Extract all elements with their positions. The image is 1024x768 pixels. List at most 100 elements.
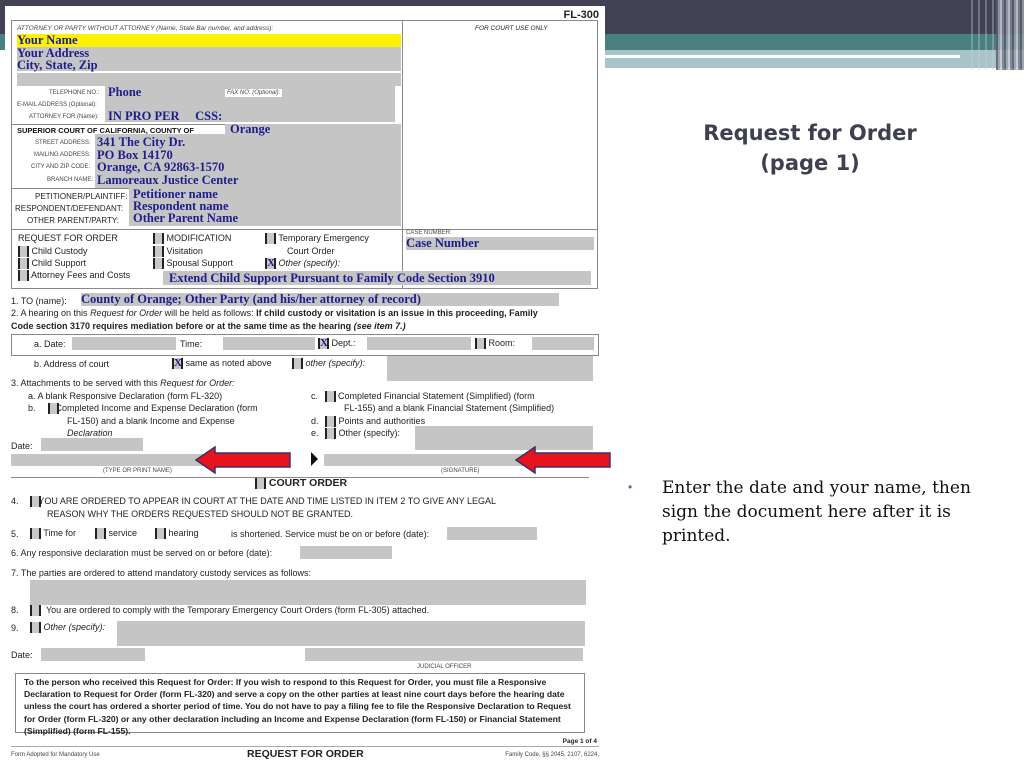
checkbox[interactable]: [475, 338, 486, 350]
hearing-time-field[interactable]: [223, 337, 315, 350]
dept-label: Dept.:: [331, 338, 356, 348]
label: hearing: [168, 528, 199, 538]
checkbox[interactable]: [255, 477, 266, 489]
item5-hearing-option[interactable]: hearing: [155, 528, 199, 540]
checkbox[interactable]: X: [318, 338, 329, 350]
same-address-option[interactable]: X same as noted above: [172, 358, 272, 370]
checkbox[interactable]: [18, 258, 29, 270]
checkbox-3b[interactable]: [48, 403, 59, 414]
checkbox[interactable]: X: [172, 358, 183, 370]
divider: [11, 746, 599, 747]
county-value[interactable]: Orange: [230, 122, 270, 137]
rfo-option-visitation[interactable]: Visitation: [153, 246, 203, 258]
checkbox[interactable]: [30, 528, 41, 540]
checkbox[interactable]: [30, 622, 41, 634]
item5-time-option[interactable]: Time for: [30, 528, 76, 540]
checkbox[interactable]: [18, 246, 29, 258]
room-option[interactable]: Room:: [475, 338, 515, 350]
court-use-box: [401, 20, 598, 230]
address-field[interactable]: Your Address City, State, Zip: [17, 47, 401, 71]
slide-light-band: [600, 50, 1024, 68]
option-label: Attorney Fees and Costs: [31, 270, 131, 280]
item1-to-field[interactable]: County of Orange; Other Party (and his/h…: [81, 293, 559, 306]
item9-num: 9.: [11, 623, 19, 633]
fax-label: FAX NO. (Optional):: [225, 89, 283, 97]
option-label: Spousal Support: [166, 258, 234, 268]
checkbox[interactable]: [18, 270, 29, 282]
address-court-label: b. Address of court: [34, 359, 110, 369]
room-field[interactable]: [532, 337, 594, 350]
other-specify-field[interactable]: Extend Child Support Pursuant to Family …: [163, 271, 591, 285]
other-parent-label: OTHER PARENT/PARTY:: [27, 216, 120, 225]
item3b[interactable]: b. Completed Income and Expense Declarat…: [28, 403, 258, 413]
branch-value[interactable]: Lamoreaux Justice Center: [97, 173, 238, 188]
judicial-officer-field[interactable]: [305, 648, 583, 661]
other-parent-value[interactable]: Other Parent Name: [133, 211, 238, 226]
cityzip-label: CITY AND ZIP CODE:: [31, 164, 91, 170]
checkbox-4[interactable]: [30, 496, 41, 507]
item9-option[interactable]: Other (specify):: [30, 622, 105, 634]
option-label: Child Support: [31, 258, 87, 268]
checkbox[interactable]: [153, 246, 164, 258]
court-use-label: FOR COURT USE ONLY: [475, 25, 548, 32]
item5-service-option[interactable]: service: [95, 528, 137, 540]
item7-field[interactable]: [30, 580, 586, 605]
court-order-heading[interactable]: COURT ORDER: [255, 477, 347, 489]
checkbox[interactable]: [292, 358, 303, 370]
option-label: Visitation: [166, 246, 203, 256]
signature-caption: (SIGNATURE): [441, 468, 480, 474]
checkbox[interactable]: [155, 528, 166, 540]
judge-date-field[interactable]: [41, 648, 145, 661]
slide-stripes: [996, 0, 1024, 70]
item3b-line2: FL-150) and a blank Income and Expense: [67, 416, 235, 426]
checkbox-3d[interactable]: [325, 416, 336, 427]
attorney-for-value[interactable]: IN PRO PER CSS:: [108, 109, 222, 124]
item6-date-field[interactable]: [300, 546, 392, 559]
item1-label: 1. TO (name):: [11, 296, 67, 306]
rfo-option-attorney-fees[interactable]: Attorney Fees and Costs: [18, 270, 131, 282]
attorney-for-label: ATTORNEY FOR (Name):: [29, 114, 99, 120]
checkbox-3e[interactable]: [325, 428, 336, 439]
red-arrow-name-icon: [195, 446, 291, 474]
telephone-value[interactable]: Phone: [108, 85, 141, 100]
page-of: Page 1 of 4: [562, 738, 597, 745]
red-arrow-signature-icon: [515, 446, 611, 474]
checkbox[interactable]: [265, 233, 276, 245]
item5-date-field[interactable]: [447, 527, 537, 540]
judge-date-label: Date:: [11, 650, 33, 660]
checkbox[interactable]: [153, 258, 164, 270]
hearing-date-field[interactable]: [72, 337, 176, 350]
rfo-option-other[interactable]: X Other (specify):: [265, 258, 340, 270]
attorney-header: ATTORNEY OR PARTY WITHOUT ATTORNEY (Name…: [17, 25, 274, 32]
case-number-field[interactable]: Case Number: [406, 237, 594, 250]
checkbox[interactable]: [153, 233, 164, 245]
checkbox-3c[interactable]: [325, 391, 336, 402]
petitioner-label: PETITIONER/PLAINTIFF:: [35, 192, 128, 201]
dept-field[interactable]: [367, 337, 471, 350]
sign-date-field[interactable]: [41, 438, 143, 451]
checkbox[interactable]: X: [265, 258, 276, 270]
rfo-option-child-custody[interactable]: Child Custody: [18, 246, 88, 258]
text: (see item 7.): [353, 321, 406, 331]
same-address-label: same as noted above: [185, 358, 272, 368]
item5-rest: is shortened. Service must be on or befo…: [231, 529, 430, 539]
footer-left: Form Adopted for Mandatory Use: [11, 752, 100, 758]
address-extra-field[interactable]: [17, 73, 401, 86]
bullet-icon: •: [628, 480, 633, 494]
item4-line2: REASON WHY THE ORDERS REQUESTED SHOULD N…: [47, 509, 354, 519]
rfo-option-temporary-emergency[interactable]: Temporary Emergency: [265, 233, 369, 245]
option-label: Child Custody: [31, 246, 88, 256]
text: 3. Attachments to be served with this: [11, 378, 161, 388]
rfo-option-modification[interactable]: MODIFICATION: [153, 233, 231, 245]
rfo-option-child-support[interactable]: Child Support: [18, 258, 87, 270]
text: Request for Order:: [160, 378, 235, 388]
item4: 4. YOU ARE ORDERED TO APPEAR IN COURT AT…: [11, 496, 496, 506]
checkbox[interactable]: [95, 528, 106, 540]
dept-option[interactable]: X Dept.:: [318, 338, 356, 350]
item9-field[interactable]: [117, 621, 585, 646]
checkbox-8[interactable]: [30, 605, 41, 616]
other-address-option[interactable]: other (specify):: [292, 358, 365, 370]
other-address-field[interactable]: [387, 356, 593, 381]
footer-title: REQUEST FOR ORDER: [247, 748, 364, 760]
rfo-option-spousal-support[interactable]: Spousal Support: [153, 258, 234, 270]
